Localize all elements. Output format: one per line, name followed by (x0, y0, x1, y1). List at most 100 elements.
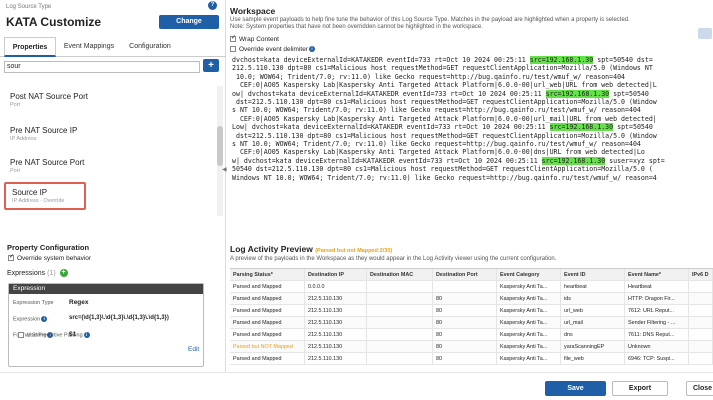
payload-text: spt=50540 dst= (593, 56, 653, 64)
column-header[interactable]: Destination MAC (367, 269, 433, 281)
add-property-button[interactable]: + (203, 59, 219, 72)
payload-line: Low| dvchost=kata deviceExternalId=KATAK… (232, 123, 713, 132)
table-cell: 212.5.110.130 (305, 293, 367, 305)
table-row[interactable]: Parsed but NOT Mapped 212.5.110.130 80 Kasp… (230, 341, 713, 353)
property-item[interactable]: Pre NAT Source IP IP Address (4, 122, 208, 150)
table-row[interactable]: Parsed and Mapped 212.5.110.130 80 Kaspersk… (230, 293, 713, 305)
left-panel: Log Source Type ? KATA Customize Change … (0, 0, 226, 400)
payload-line: dst=212.5.110.130 dpt=80 cs1=Malicious h… (232, 132, 713, 140)
table-cell: yaraScanningEP (561, 341, 625, 353)
column-header[interactable]: Destination IP (305, 269, 367, 281)
save-button[interactable]: Save (545, 381, 606, 396)
override-delimiter-checkbox[interactable]: Override event delimiter i (230, 46, 315, 53)
edit-expression-link[interactable]: Edit (188, 346, 199, 353)
table-cell (367, 353, 433, 365)
table-cell: Parsed and Mapped (230, 317, 305, 329)
property-item-selected[interactable]: Source IP IP Address · Override (4, 182, 86, 210)
table-cell: 80 (433, 317, 497, 329)
expression-type-value: Regex (69, 299, 89, 306)
predictive-parsing-checkbox[interactable]: Use Predictive Parsing i (18, 332, 90, 338)
payload-text: CEF:0|AO05 Kaspersky Lab|Kaspersky Anti … (232, 148, 645, 157)
table-cell (689, 305, 713, 317)
payload-text: spt=50540 (613, 123, 653, 132)
column-header[interactable]: Event Category (497, 269, 561, 281)
workspace-desc-line: Use sample event payloads to help fine t… (230, 17, 630, 23)
payload-text: dvchost=kata deviceExternalId=KATAKEDR e… (232, 56, 530, 64)
checkbox-icon[interactable] (230, 34, 236, 43)
table-row[interactable]: Parsed and Mapped 0.0.0.0 Kaspersky Anti T… (230, 281, 713, 293)
table-cell: url_mail (561, 317, 625, 329)
column-header[interactable]: Destination Port (433, 269, 497, 281)
property-item[interactable]: Post NAT Source Port Port (4, 88, 208, 116)
column-header[interactable]: Parsing Status* (230, 269, 305, 281)
payload-line: s NT 10.0; WOW64; Trident/7.0; rv:11.0) … (232, 140, 713, 148)
payload-text: s NT 10.0; WOW64; Trident/7.0; rv:11.0) … (232, 106, 641, 115)
log-activity-title-text: Log Activity Preview (230, 244, 313, 254)
tab-event-mappings[interactable]: Event Mappings (58, 37, 120, 57)
wrap-content-checkbox[interactable]: Wrap Content (230, 34, 279, 43)
property-type: Port (10, 168, 21, 174)
table-cell (689, 353, 713, 365)
checkbox-icon[interactable] (18, 332, 24, 338)
override-system-checkbox[interactable]: Override system behavior (8, 253, 92, 262)
table-cell: Parsed but NOT Mapped (230, 341, 305, 353)
payload-line: s NT 10.0; WOW64; Trident/7.0; rv:11.0) … (232, 106, 713, 114)
workspace-payload-text[interactable]: dvchost=kata deviceExternalId=KATAKEDR e… (230, 56, 713, 233)
override-system-label: Override system behavior (17, 255, 92, 262)
info-icon[interactable]: i (83, 332, 90, 338)
table-row[interactable]: Parsed and Mapped 212.5.110.130 80 Kaspersk… (230, 305, 713, 317)
table-cell: file_web (561, 353, 625, 365)
change-button[interactable]: Change (159, 15, 219, 29)
payload-line: 10.0; WOW64; Trident/7.0; rv:11.0) like … (232, 73, 713, 81)
expression-label-row: Expression i (13, 316, 48, 322)
column-header[interactable]: Event ID (561, 269, 625, 281)
parsed-not-mapped-count: (Parsed but not Mapped:2/30) (315, 248, 393, 254)
column-header[interactable]: Event Name* (625, 269, 689, 281)
property-search-input[interactable]: sour (4, 61, 200, 73)
section-label: Log Source Type (6, 4, 52, 10)
table-cell: 212.5.110.130 (305, 329, 367, 341)
info-icon[interactable]: i (309, 46, 315, 53)
table-cell: Parsed and Mapped (230, 353, 305, 365)
checkbox-icon[interactable] (230, 46, 236, 53)
payload-text: CEF:0|AO05 Kaspersky Lab|Kaspersky Anti … (232, 114, 657, 123)
table-cell: 212.5.110.130 (305, 305, 367, 317)
table-cell: 0.0.0.0 (305, 281, 367, 293)
table-row[interactable]: Parsed and Mapped 212.5.110.130 80 Kaspersk… (230, 329, 713, 341)
add-expression-icon[interactable]: + (59, 269, 68, 277)
property-item[interactable]: Pre NAT Source Port Port (4, 154, 208, 182)
checkbox-icon[interactable] (8, 253, 14, 262)
expressions-heading: Expressions (1) + (7, 269, 68, 277)
scrollbar-thumb[interactable] (217, 126, 223, 166)
tab-properties[interactable]: Properties (4, 37, 56, 57)
export-button[interactable]: Export (612, 381, 668, 396)
table-cell (689, 317, 713, 329)
table-header: Parsing Status* Destination IP Destination… (230, 269, 713, 281)
workspace-action-icon[interactable] (698, 28, 712, 39)
help-icon[interactable]: ? (208, 1, 217, 10)
payload-text: Windows NT 10.0; WOW64; Trident/7.0; rv:… (232, 173, 657, 182)
payload-text: 10.0; WOW64; Trident/7.0; rv:11.0) like … (232, 72, 626, 81)
table-cell (367, 317, 433, 329)
log-activity-description: A preview of the payloads in the Workspa… (230, 256, 557, 262)
table-row[interactable]: Parsed and Mapped 212.5.110.130 80 Kaspersk… (230, 353, 713, 365)
column-header[interactable]: IPv6 D (689, 269, 713, 281)
property-name: Pre NAT Source IP (10, 126, 78, 135)
property-type: Port (10, 102, 21, 108)
collapse-arrow-icon[interactable]: ◀ (222, 166, 227, 173)
table-cell (689, 329, 713, 341)
info-icon[interactable]: i (41, 316, 48, 322)
table-row[interactable]: Parsed and Mapped 212.5.110.130 80 Kaspersk… (230, 317, 713, 329)
table-cell: Kaspersky Anti Ta... (497, 293, 561, 305)
predictive-parsing-label: Use Predictive Parsing (27, 332, 83, 339)
close-button[interactable]: Close (686, 381, 713, 396)
property-list-scrollbar[interactable] (217, 86, 223, 216)
payload-line: CEF:0|AO05 Kaspersky Lab|Kaspersky Anti … (232, 148, 713, 156)
payload-line: CEF:0|AO05 Kaspersky Lab|Kaspersky Anti … (232, 115, 713, 123)
tab-configuration[interactable]: Configuration (122, 37, 178, 57)
payload-line: CEF:0|AO05 Kaspersky Lab|Kaspersky Anti … (232, 81, 713, 89)
table-cell: ids (561, 293, 625, 305)
payload-text: w| dvchost=kata deviceExternalId=KATAKED… (232, 156, 542, 165)
expressions-label: Expressions (7, 269, 46, 277)
payload-text: spt=50540 (609, 89, 649, 98)
